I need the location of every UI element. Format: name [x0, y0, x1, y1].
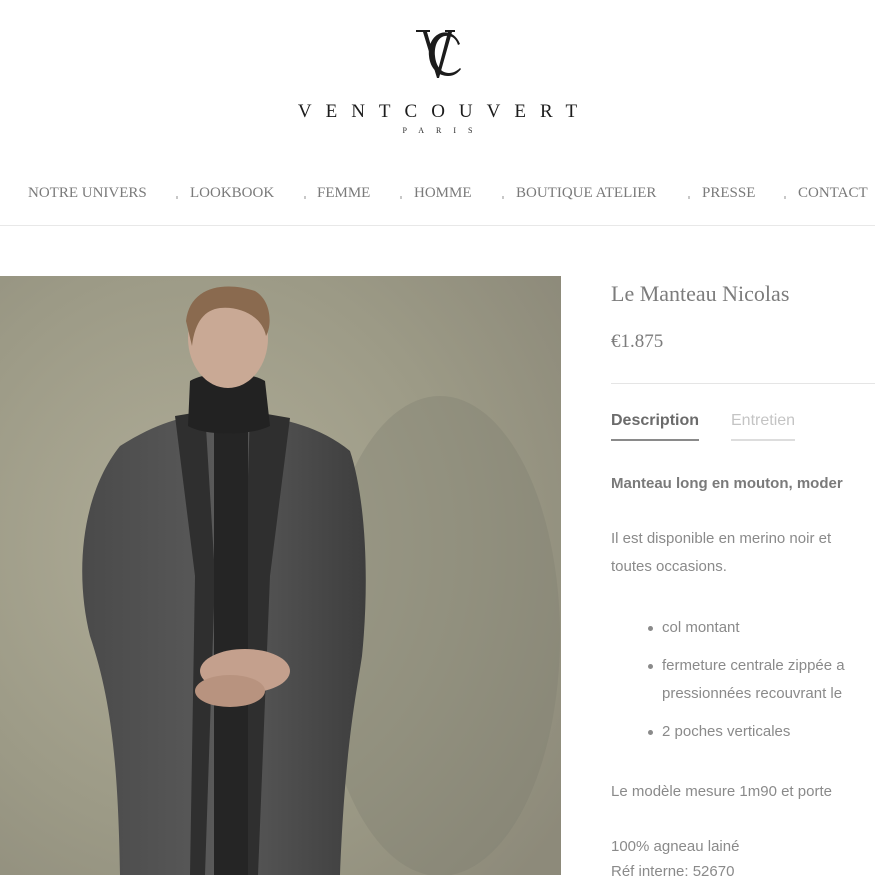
composition: 100% agneau lainé	[611, 838, 740, 855]
product-title: Le Manteau Nicolas	[611, 281, 790, 306]
list-item: fermeture centrale zippée a	[648, 652, 845, 680]
site-logo[interactable]	[0, 24, 875, 86]
product-image[interactable]	[0, 276, 561, 875]
description-lead: Manteau long en mouton, moder	[611, 475, 843, 492]
bullet-icon	[648, 626, 653, 631]
nav-item-homme[interactable]: HOMME	[414, 185, 472, 202]
feature-text: pressionnées recouvrant le	[662, 685, 843, 702]
feature-text: fermeture centrale zippée a	[662, 657, 845, 674]
brand-name: VENTCOUVERT	[297, 101, 592, 122]
product-photo-coat	[0, 276, 561, 875]
bullet-icon	[648, 730, 653, 735]
nav-item-presse[interactable]: PRESSE	[702, 185, 755, 202]
model-info: Le modèle mesure 1m90 et porte	[611, 783, 832, 800]
availability-line-2: toutes occasions.	[611, 558, 727, 575]
product-price: €1.875	[611, 331, 664, 352]
nav-separator	[784, 196, 786, 199]
nav-separator	[688, 196, 690, 199]
main-navigation: NOTRE UNIVERS LOOKBOOK FEMME HOMME BOUTI…	[0, 176, 875, 226]
nav-separator	[400, 196, 402, 199]
list-item: col montant	[648, 614, 740, 642]
nav-item-contact[interactable]: CONTACT	[798, 185, 868, 202]
nav-item-boutique-atelier[interactable]: BOUTIQUE ATELIER	[516, 185, 656, 202]
list-item-continuation: pressionnées recouvrant le	[662, 680, 842, 708]
bullet-icon	[648, 664, 653, 669]
feature-text: 2 poches verticales	[662, 723, 791, 740]
reference: Réf interne: 52670	[611, 863, 735, 880]
nav-item-lookbook[interactable]: LOOKBOOK	[190, 185, 274, 202]
list-item: 2 poches verticales	[648, 718, 791, 746]
tab-entretien[interactable]: Entretien	[731, 412, 796, 441]
nav-item-femme[interactable]: FEMME	[317, 185, 370, 202]
nav-separator	[304, 196, 306, 199]
nav-item-notre-univers[interactable]: NOTRE UNIVERS	[28, 185, 147, 202]
divider	[611, 383, 875, 384]
tab-description[interactable]: Description	[611, 412, 700, 441]
nav-separator	[502, 196, 504, 199]
vc-monogram-icon	[415, 30, 461, 78]
brand-city: PARIS	[402, 126, 485, 135]
availability-line-1: Il est disponible en merino noir et	[611, 530, 832, 547]
feature-text: col montant	[662, 619, 740, 636]
nav-separator	[176, 196, 178, 199]
